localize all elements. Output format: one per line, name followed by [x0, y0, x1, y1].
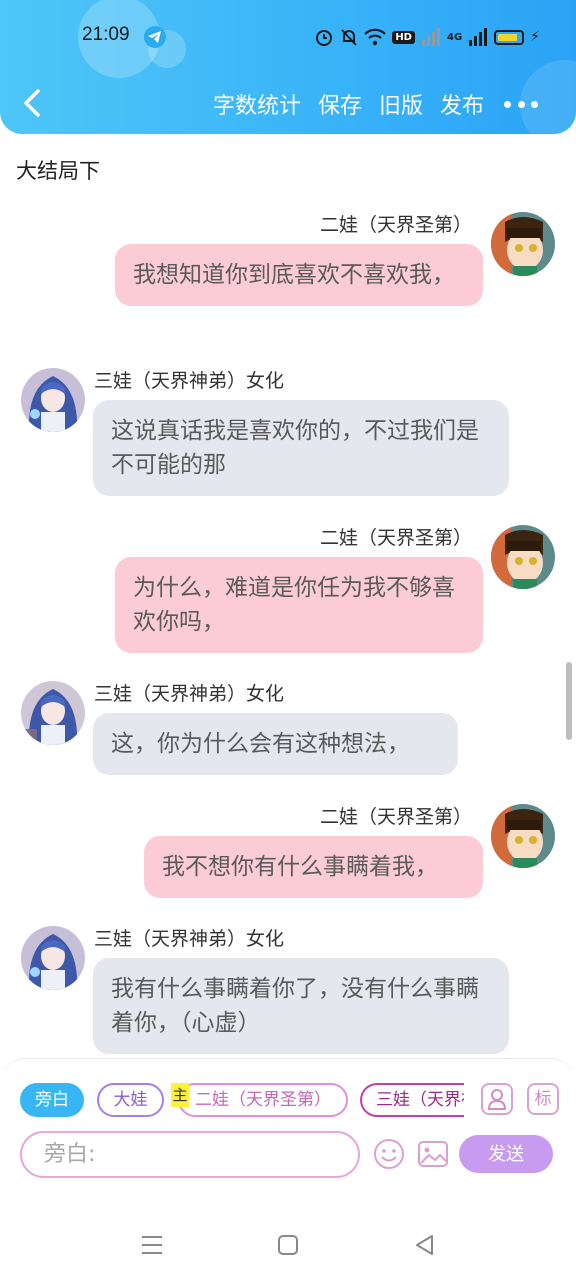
- sender-name: 二娃（天界圣第）: [319, 527, 472, 549]
- status-icons: HD 4G ⚡: [314, 27, 540, 47]
- message-bubble: 这，你为什么会有这种想法，: [93, 713, 458, 775]
- menu-button[interactable]: [137, 1230, 167, 1260]
- network-type-label: 4G: [446, 31, 463, 43]
- hd-icon: HD: [392, 30, 415, 44]
- battery-level: [498, 33, 518, 41]
- signal-icon: [469, 28, 488, 46]
- more-options-button[interactable]: [504, 90, 538, 118]
- back-button[interactable]: [18, 86, 48, 120]
- status-bar: 21:09 HD 4G ⚡: [0, 18, 576, 58]
- role-chip-dawa[interactable]: 大娃: [97, 1083, 164, 1117]
- role-chip-erwa[interactable]: 二娃（天界圣第）: [178, 1083, 348, 1117]
- message-bubble: 我不想你有什么事瞒着我，: [144, 836, 483, 898]
- telegram-icon: [144, 26, 166, 48]
- chevron-left-icon: [24, 89, 40, 117]
- emoji-icon: [374, 1139, 404, 1169]
- scrollbar-thumb[interactable]: [566, 662, 572, 740]
- main-role-badge: 主: [171, 1083, 189, 1107]
- tag-icon: 标: [534, 1089, 552, 1109]
- toolbar: 字数统计 保存 旧版 发布: [0, 82, 576, 126]
- person-icon: [487, 1089, 507, 1110]
- message-bubble: 这说真话我是喜欢你的，不过我们是不可能的那: [93, 400, 509, 496]
- emoji-button[interactable]: [372, 1137, 406, 1171]
- alarm-icon: [316, 30, 333, 46]
- tag-button[interactable]: 标: [527, 1083, 559, 1115]
- input-row: 发送: [0, 1131, 576, 1179]
- anime-girl-avatar[interactable]: [21, 681, 85, 745]
- message-bubble: 我想知道你到底喜欢不喜欢我，: [115, 244, 483, 306]
- save-button[interactable]: 保存: [318, 88, 362, 120]
- mute-bell-icon: [341, 29, 358, 46]
- story-title: 大结局下: [16, 159, 100, 183]
- toolbar-actions: 字数统计 保存 旧版 发布: [213, 88, 484, 120]
- system-back-button[interactable]: [410, 1230, 440, 1260]
- more-dots-icon: [517, 100, 525, 108]
- message-bubble: 我有什么事瞒着你了，没有什么事瞒着你，（心虚）: [93, 958, 509, 1054]
- sender-name: 三娃（天界神弟）女化: [94, 928, 285, 950]
- home-button[interactable]: [273, 1230, 303, 1260]
- old-version-button[interactable]: 旧版: [379, 88, 423, 120]
- sender-name: 三娃（天界神弟）女化: [94, 683, 285, 705]
- anime-boy-avatar[interactable]: [491, 212, 555, 276]
- image-icon: [418, 1141, 448, 1167]
- anime-girl-avatar[interactable]: [21, 926, 85, 990]
- battery-icon: [494, 29, 525, 45]
- send-button[interactable]: 发送: [459, 1135, 553, 1173]
- message-bubble: 为什么，难道是你任为我不够喜欢你吗，: [115, 557, 483, 653]
- word-count-button[interactable]: 字数统计: [213, 88, 301, 120]
- role-chip-narrator[interactable]: 旁白: [20, 1083, 84, 1117]
- image-button[interactable]: [416, 1137, 450, 1171]
- sender-name: 二娃（天界圣第）: [319, 214, 472, 236]
- sender-name: 三娃（天界神弟）女化: [94, 370, 285, 392]
- composer-panel: 旁白 大娃 二娃（天界圣第） 主 三娃（天界神弟）女化 标 发送: [0, 1058, 576, 1208]
- status-time: 21:09: [82, 24, 130, 45]
- character-manage-button[interactable]: [481, 1083, 513, 1115]
- message-input[interactable]: [20, 1131, 360, 1178]
- home-icon: [278, 1235, 298, 1255]
- wifi-icon: [364, 28, 387, 46]
- anime-boy-avatar[interactable]: [491, 525, 555, 589]
- back-triangle-icon: [416, 1235, 433, 1255]
- anime-girl-avatar[interactable]: [21, 368, 85, 432]
- charging-icon: ⚡: [530, 29, 540, 45]
- role-selector: 旁白 大娃 二娃（天界圣第） 主 三娃（天界神弟）女化 标: [0, 1083, 576, 1119]
- system-navigation-bar: [0, 1208, 576, 1280]
- signal-icon: [421, 28, 440, 46]
- menu-icon: [142, 1236, 162, 1254]
- sender-name: 二娃（天界圣第）: [319, 806, 472, 828]
- anime-boy-avatar[interactable]: [491, 804, 555, 868]
- app-header: 21:09 HD 4G ⚡ 字数统计 保存 旧版 发布: [0, 0, 576, 134]
- more-dots-icon: [531, 100, 538, 108]
- role-chip-sanwa[interactable]: 三娃（天界神弟）女化: [360, 1083, 464, 1117]
- more-dots-icon: [504, 100, 511, 108]
- publish-button[interactable]: 发布: [440, 88, 484, 120]
